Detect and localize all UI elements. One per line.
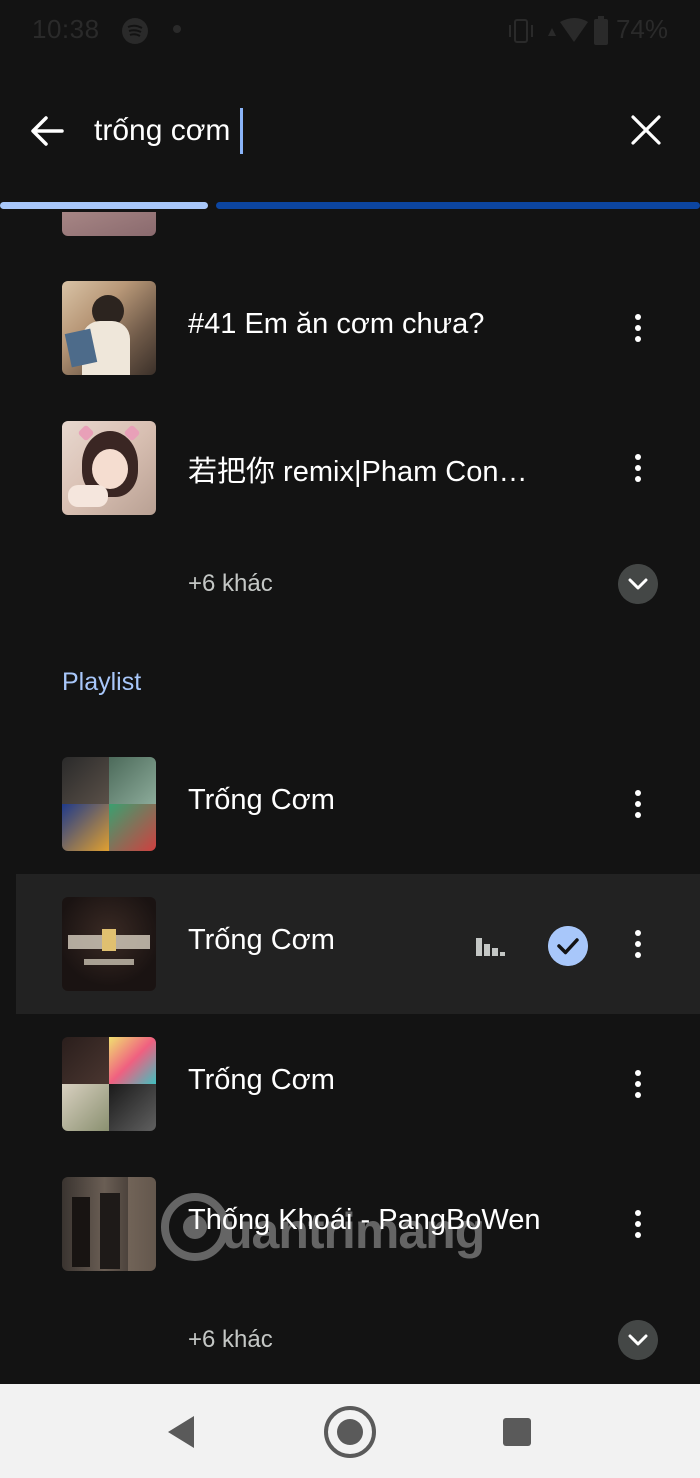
loading-progress bbox=[0, 200, 700, 212]
search-input[interactable] bbox=[94, 106, 614, 156]
more-songs-row[interactable]: +6 khác bbox=[0, 546, 700, 626]
more-vert-icon[interactable] bbox=[626, 926, 650, 962]
progress-segment bbox=[216, 202, 700, 209]
playlist-section-header: Playlist bbox=[62, 668, 142, 696]
song-row[interactable]: 若把你 remix|Pham Con… bbox=[0, 398, 700, 538]
song-title: #41 Em ăn cơm chưa? bbox=[188, 308, 485, 340]
song-thumbnail bbox=[62, 281, 156, 375]
playlist-thumbnail bbox=[62, 1037, 156, 1131]
playlist-thumbnail bbox=[62, 897, 156, 991]
more-songs-label: +6 khác bbox=[188, 570, 273, 597]
song-title: 若把你 remix|Pham Con… bbox=[188, 456, 528, 488]
more-vert-icon[interactable] bbox=[626, 786, 650, 822]
playlist-row[interactable]: Trống Cơm bbox=[0, 1014, 700, 1154]
playlist-title: Trống Cơm bbox=[188, 1064, 335, 1096]
playlist-row[interactable]: Trống Cơm bbox=[0, 734, 700, 874]
partial-row-thumbnail bbox=[62, 212, 156, 236]
back-triangle-icon[interactable] bbox=[152, 1404, 208, 1460]
more-vert-icon[interactable] bbox=[626, 310, 650, 346]
close-icon[interactable] bbox=[628, 112, 664, 148]
system-nav-bar bbox=[0, 1384, 700, 1478]
home-circle-icon[interactable] bbox=[322, 1404, 378, 1460]
playlist-title: Trống Cơm bbox=[188, 784, 335, 816]
playlist-thumbnail bbox=[62, 757, 156, 851]
more-playlists-label: +6 khác bbox=[188, 1326, 273, 1353]
more-vert-icon[interactable] bbox=[626, 1066, 650, 1102]
text-caret bbox=[240, 108, 243, 154]
more-vert-icon[interactable] bbox=[626, 450, 650, 486]
song-thumbnail bbox=[62, 421, 156, 515]
search-bar bbox=[0, 60, 700, 200]
battery-percent: 74% bbox=[615, 14, 668, 44]
battery-icon bbox=[594, 16, 608, 45]
recents-square-icon[interactable] bbox=[489, 1404, 545, 1460]
dot-icon bbox=[173, 25, 181, 33]
song-row[interactable]: #41 Em ăn cơm chưa? bbox=[0, 258, 700, 398]
playlist-thumbnail bbox=[62, 1177, 156, 1271]
more-vert-icon[interactable] bbox=[626, 1206, 650, 1242]
check-circle-icon[interactable] bbox=[548, 926, 588, 966]
progress-segment bbox=[0, 202, 208, 209]
arrow-back-icon[interactable] bbox=[26, 110, 68, 152]
playlist-title: Thống Khoái - PangBoWen bbox=[188, 1204, 541, 1236]
vibrate-icon bbox=[509, 19, 533, 43]
status-bar: 10:38 74% bbox=[0, 0, 700, 60]
playlist-row-selected[interactable]: Trống Cơm bbox=[16, 874, 700, 1014]
status-time: 10:38 bbox=[32, 14, 100, 44]
spotify-icon bbox=[122, 18, 148, 44]
equalizer-icon bbox=[476, 938, 505, 956]
chevron-down-icon[interactable] bbox=[618, 564, 658, 604]
more-playlists-row[interactable]: +6 khác bbox=[0, 1302, 700, 1382]
wifi-icon bbox=[548, 18, 588, 42]
chevron-down-icon[interactable] bbox=[618, 1320, 658, 1360]
search-results[interactable]: #41 Em ăn cơm chưa? 若把你 remix|Pham Con… … bbox=[0, 212, 700, 1384]
playlist-row[interactable]: Thống Khoái - PangBoWen bbox=[0, 1154, 700, 1294]
playlist-title: Trống Cơm bbox=[188, 924, 335, 956]
